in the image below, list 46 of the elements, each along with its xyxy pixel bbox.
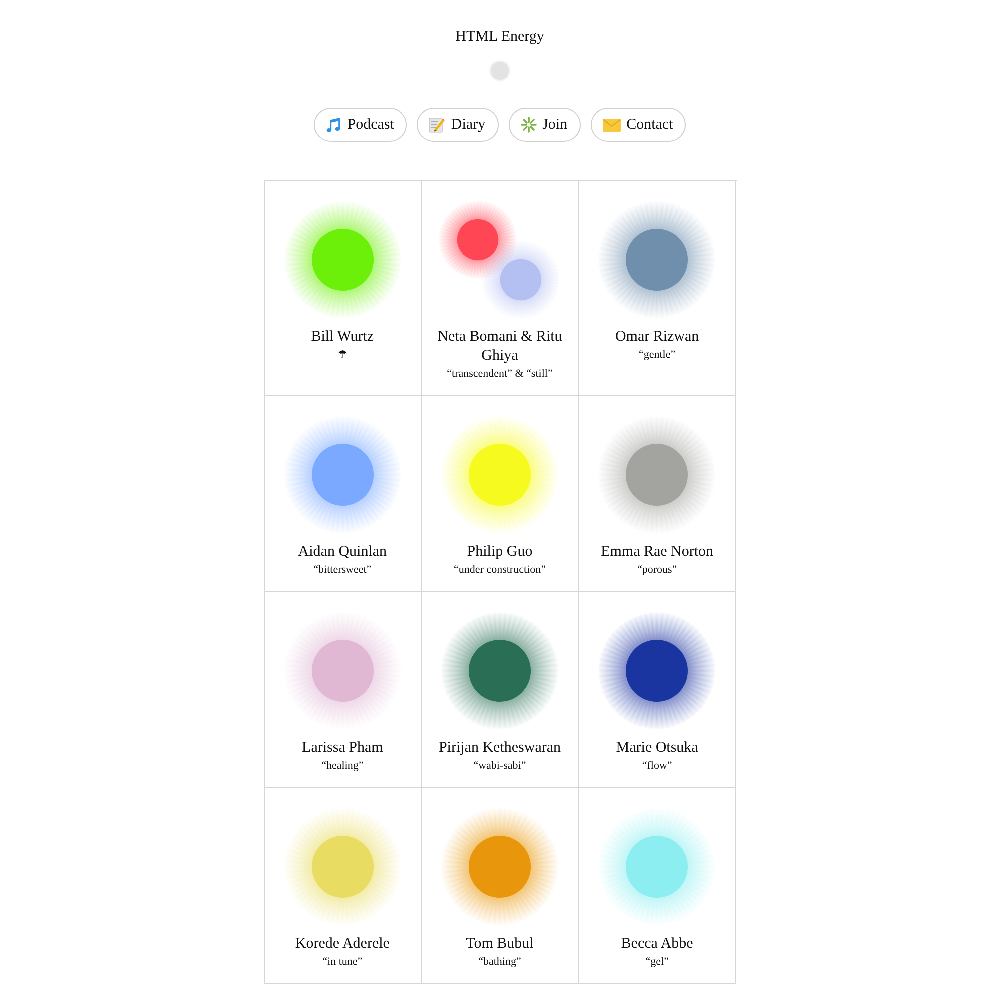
nav-button[interactable]: Join	[508, 108, 581, 142]
music-notes-icon	[326, 117, 342, 133]
project-card[interactable]: Aidan Quinlan “bittersweet”	[264, 396, 422, 592]
envelope-icon	[602, 118, 621, 132]
project-name: Larissa Pham	[302, 739, 384, 758]
project-card[interactable]: Marie Otsuka “flow”	[579, 592, 736, 788]
project-name: Korede Aderele	[295, 935, 390, 954]
project-card[interactable]: Bill Wurtz ☂	[264, 181, 422, 396]
project-tagline: “in tune”	[322, 955, 363, 970]
project-card[interactable]: Pirijan Ketheswaran “wabi-sabi”	[422, 592, 580, 788]
project-card[interactable]: Larissa Pham “healing”	[264, 592, 422, 788]
project-tagline: “bathing”	[478, 955, 522, 970]
project-tagline: “porous”	[637, 563, 678, 578]
project-name: Pirijan Ketheswaran	[438, 739, 562, 758]
dot-icon	[491, 62, 509, 80]
site-title: HTML Energy	[456, 28, 544, 46]
sparkle-icon	[520, 117, 537, 133]
project-name: Neta Bomani & Ritu Ghiya	[436, 328, 564, 366]
project-tagline: “gel”	[646, 955, 669, 970]
project-tagline: “gentle”	[638, 348, 676, 363]
project-name: Marie Otsuka	[616, 739, 698, 758]
project-tagline: ☂	[338, 348, 348, 363]
project-card[interactable]: Becca Abbe “gel”	[579, 788, 736, 984]
project-card[interactable]: Neta Bomani & Ritu Ghiya “transcendent” & “still”	[422, 181, 580, 396]
project-card[interactable]: Philip Guo “under construction”	[422, 396, 580, 592]
project-tagline: “healing”	[322, 759, 364, 774]
project-card[interactable]: Emma Rae Norton “porous”	[579, 396, 736, 592]
nav-button[interactable]: Contact	[590, 108, 686, 142]
project-card[interactable]: Omar Rizwan “gentle”	[579, 181, 736, 396]
project-tagline: “bittersweet”	[314, 563, 372, 578]
project-name: Bill Wurtz	[311, 328, 374, 347]
project-tagline: “wabi-sabi”	[474, 759, 526, 774]
project-name: Omar Rizwan	[615, 328, 700, 347]
project-tagline: “flow”	[642, 759, 672, 774]
project-tagline: “under construction”	[454, 563, 546, 578]
project-name: Tom Bubul	[466, 935, 534, 954]
project-name: Aidan Quinlan	[298, 543, 388, 562]
memo-pencil-icon	[429, 117, 446, 133]
nav-button[interactable]: Podcast	[314, 108, 408, 142]
nav-button[interactable]: Diary	[417, 108, 499, 142]
project-tagline: “transcendent” & “still”	[447, 367, 553, 382]
project-name: Becca Abbe	[621, 935, 694, 954]
project-card[interactable]: Korede Aderele “in tune”	[264, 788, 422, 984]
project-card[interactable]: Tom Bubul “bathing”	[422, 788, 580, 984]
project-name: Emma Rae Norton	[601, 543, 714, 562]
project-name: Philip Guo	[467, 543, 533, 562]
